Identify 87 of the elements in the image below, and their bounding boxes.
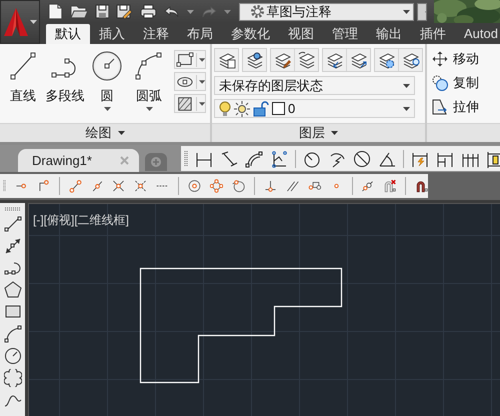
panel-title[interactable]: 图层 xyxy=(212,123,425,142)
layer-properties-icon[interactable] xyxy=(216,51,236,69)
draw-dropdown-button[interactable] xyxy=(174,94,206,113)
diameter-dimension-icon[interactable] xyxy=(352,150,371,168)
ribbon-tab[interactable]: 输出 xyxy=(367,24,411,44)
redo-caret-icon[interactable] xyxy=(224,10,231,14)
polygon-icon[interactable] xyxy=(4,281,22,299)
unlocked-padlock-icon xyxy=(253,100,269,116)
caret-icon[interactable] xyxy=(146,107,152,111)
construction-line-icon[interactable] xyxy=(4,237,22,255)
draw-tool-button[interactable]: 圆弧 xyxy=(128,44,170,123)
workspace-dropdown[interactable]: 草图与注释 xyxy=(238,2,414,20)
circle-icon[interactable] xyxy=(4,347,22,365)
new-file-icon[interactable] xyxy=(47,3,63,20)
layer-bulb-icon[interactable] xyxy=(400,51,420,69)
radius-dimension-icon[interactable] xyxy=(302,150,321,168)
aligned-dimension-icon[interactable] xyxy=(220,150,238,168)
color-swatch-icon xyxy=(272,102,285,115)
plus-icon xyxy=(150,157,161,167)
undo-caret-icon[interactable] xyxy=(186,10,194,14)
rectangle-icon xyxy=(176,50,194,68)
ribbon-tab[interactable]: 管理 xyxy=(323,24,367,44)
ribbon-tab[interactable]: 插入 xyxy=(90,24,134,44)
modify-tool-button[interactable]: 移动 xyxy=(431,48,479,70)
ribbon-tab[interactable]: 视图 xyxy=(279,24,323,44)
viewport-label[interactable]: [-][俯视][二维线框] xyxy=(33,212,129,229)
undo-icon[interactable] xyxy=(164,5,180,18)
hatch-icon xyxy=(176,94,194,112)
draw-tool-button[interactable]: 圆 xyxy=(86,44,128,123)
ribbon-tab[interactable]: 参数化 xyxy=(222,24,279,44)
panel-title[interactable]: 绘图 xyxy=(0,123,210,142)
caret-icon[interactable] xyxy=(403,84,410,88)
caret-icon[interactable] xyxy=(118,131,124,135)
caret-icon[interactable] xyxy=(331,131,338,135)
caret-icon[interactable] xyxy=(198,58,205,62)
redo-icon xyxy=(200,5,217,18)
arc-icon[interactable] xyxy=(4,325,22,343)
copy-circles-icon xyxy=(431,74,449,92)
ribbon-tab[interactable]: 布局 xyxy=(178,24,222,44)
draw-dropdown-button[interactable] xyxy=(174,50,206,69)
dropdown-caret-icon[interactable] xyxy=(402,10,410,14)
draw-tool-button[interactable]: 直线 xyxy=(2,44,44,123)
modify-tool-button[interactable]: 拉伸 xyxy=(431,96,479,118)
layer-dropdown[interactable]: 0 xyxy=(214,99,415,118)
move-arrows-icon xyxy=(431,50,449,68)
circle-icon xyxy=(92,51,122,81)
layer-gear-icon[interactable] xyxy=(376,51,396,69)
arc-icon xyxy=(134,51,164,81)
application-logo-icon[interactable] xyxy=(3,7,29,37)
open-folder-icon[interactable] xyxy=(70,4,88,19)
caret-icon[interactable] xyxy=(198,80,205,84)
line-icon xyxy=(8,51,38,81)
snap-off-magnet-icon[interactable] xyxy=(383,177,396,195)
quadrant-icon[interactable] xyxy=(210,177,224,195)
stretch-icon xyxy=(431,98,449,116)
dimension-space-icon[interactable] xyxy=(486,150,500,168)
sun-icon xyxy=(234,100,250,116)
layer-down-icon[interactable] xyxy=(324,51,344,69)
file-tab[interactable]: Drawing1* xyxy=(18,149,139,172)
toolbar-grip-icon[interactable] xyxy=(184,150,188,168)
layer-previous-icon[interactable] xyxy=(296,51,316,69)
caret-icon[interactable] xyxy=(198,102,205,106)
draw-tool-button[interactable]: 多段线 xyxy=(44,44,86,123)
save-as-icon[interactable] xyxy=(116,4,134,20)
layer-up-icon[interactable] xyxy=(348,51,368,69)
save-icon[interactable] xyxy=(94,4,110,19)
print-icon[interactable] xyxy=(140,4,158,19)
line-icon[interactable] xyxy=(4,215,22,233)
light-bulb-icon xyxy=(219,100,231,116)
line-endpoint-icon[interactable] xyxy=(68,177,82,195)
customize-button[interactable] xyxy=(416,2,427,20)
layer-brush-icon[interactable] xyxy=(272,51,292,69)
layer-stack-icon[interactable] xyxy=(244,51,264,69)
ribbon-tab[interactable]: 注释 xyxy=(134,24,178,44)
ribbon-tab[interactable]: Autod xyxy=(455,24,500,44)
toolbar-grip-icon[interactable] xyxy=(4,207,22,211)
caret-icon[interactable] xyxy=(403,106,410,110)
revision-cloud-icon[interactable] xyxy=(4,369,22,387)
caret-icon[interactable] xyxy=(104,107,110,111)
ribbon-tab[interactable]: 插件 xyxy=(411,24,455,44)
gear-icon xyxy=(250,4,265,19)
ribbon-tab[interactable]: 默认 xyxy=(46,24,90,44)
layer-state-dropdown[interactable]: 未保存的图层状态 xyxy=(214,76,415,95)
draw-dropdown-button[interactable] xyxy=(174,72,206,91)
arc-dimension-icon[interactable] xyxy=(244,150,263,168)
ordinate-dimension-icon[interactable] xyxy=(270,150,288,168)
modify-tool-button[interactable]: 复制 xyxy=(431,72,479,94)
